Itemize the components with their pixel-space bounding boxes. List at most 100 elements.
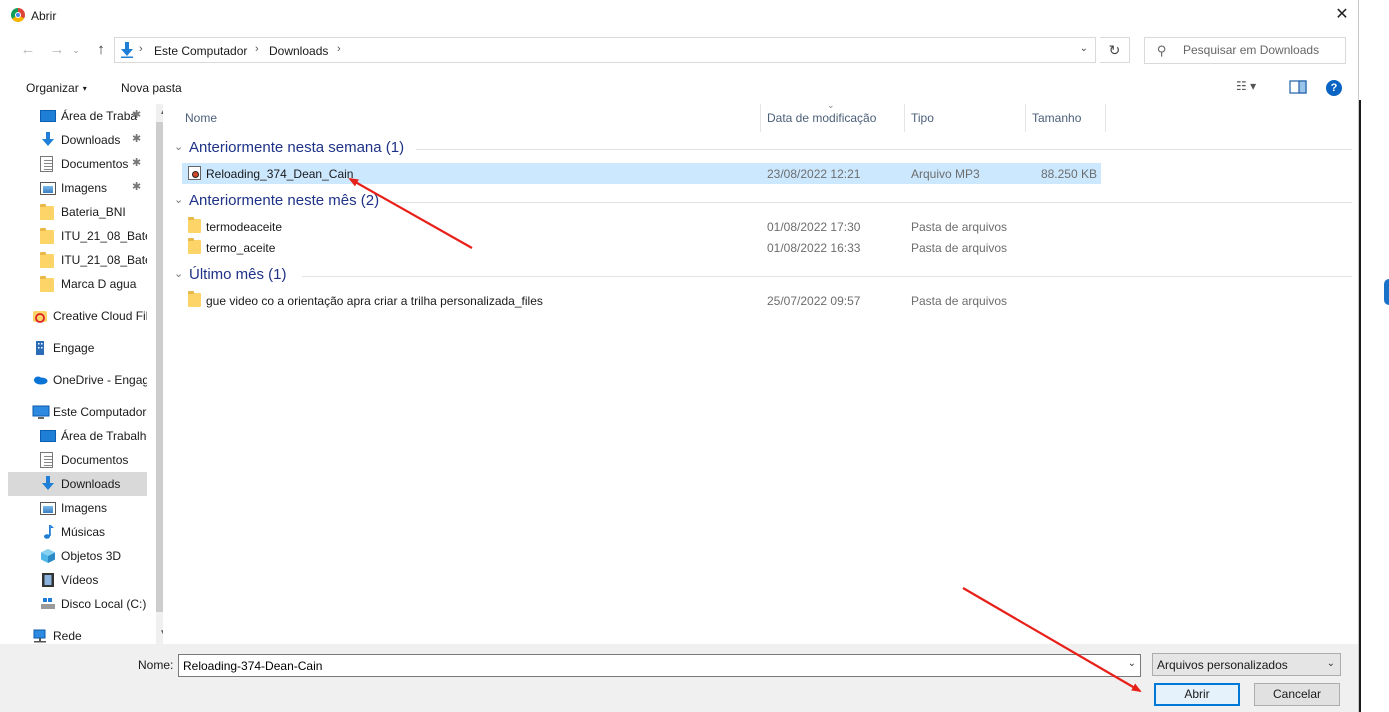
cube-icon	[40, 548, 56, 564]
breadcrumb-separator[interactable]: ›	[139, 43, 143, 55]
change-view-button[interactable]: ☷ ▾	[1236, 79, 1270, 97]
recent-locations-button[interactable]: ⌄	[70, 40, 82, 60]
sidebar-item[interactable]: Documentos ✱	[8, 152, 147, 176]
sidebar-item-label: Bateria_BNI	[61, 205, 126, 219]
pin-icon: ✱	[132, 109, 142, 121]
new-folder-button[interactable]: Nova pasta	[121, 81, 182, 95]
sidebar-item[interactable]: Área de Traba ✱	[8, 104, 147, 128]
scroll-down-icon[interactable]: ▼	[159, 628, 163, 639]
pin-icon: ✱	[132, 181, 142, 193]
file-date: 25/07/2022 09:57	[767, 294, 861, 308]
forward-button[interactable]: →	[47, 40, 67, 60]
breadcrumb-separator[interactable]: ›	[255, 43, 259, 55]
sidebar-item[interactable]: Vídeos	[8, 568, 147, 592]
file-row[interactable]: termo_aceite 01/08/2022 16:33 Pasta de arq…	[182, 237, 1101, 258]
sidebar-item[interactable]: Downloads	[8, 472, 147, 496]
sidebar-item[interactable]: ITU_21_08_Bateri	[8, 248, 147, 272]
sidebar-item-label: Imagens	[61, 501, 108, 515]
file-date: 01/08/2022 16:33	[767, 241, 861, 255]
sidebar-item[interactable]: Área de Trabalho	[8, 424, 147, 448]
file-name-input[interactable]	[183, 658, 1113, 673]
sidebar-item[interactable]: Marca D agua	[8, 272, 147, 296]
navigation-scrollbar[interactable]: ▲ ▼	[156, 104, 163, 644]
window-title: Abrir	[31, 9, 57, 23]
up-folder-button[interactable]: ↑	[91, 40, 111, 60]
sidebar-item[interactable]: Rede	[8, 624, 147, 644]
download-icon	[121, 42, 133, 58]
sidebar-item-label: Downloads	[61, 477, 121, 491]
file-name: gue video co a orientação apra criar a t…	[206, 294, 543, 308]
mp3-icon	[188, 166, 201, 180]
title-bar: Abrir ✕	[0, 0, 1358, 31]
file-type-select[interactable]: Arquivos personalizados ⌄	[1152, 653, 1341, 676]
pin-icon: ✱	[132, 133, 142, 145]
creative-cloud-icon	[32, 308, 48, 324]
breadcrumb-separator[interactable]: ›	[337, 43, 341, 55]
column-divider	[904, 104, 905, 132]
video-icon	[40, 572, 56, 588]
file-type: Pasta de arquivos	[911, 220, 1008, 234]
chevron-down-icon[interactable]: ⌄	[174, 193, 183, 206]
sidebar-item[interactable]: Creative Cloud Fil	[8, 304, 147, 328]
folder-icon	[40, 276, 54, 292]
search-box[interactable]: ⚲	[1144, 37, 1346, 64]
close-button[interactable]: ✕	[1330, 4, 1354, 26]
group-header[interactable]: ⌄ Último mês (1)	[172, 266, 1352, 286]
sidebar-item[interactable]: Objetos 3D	[8, 544, 147, 568]
group-header[interactable]: ⌄ Anteriormente nesta semana (1)	[172, 139, 1352, 159]
sidebar-item[interactable]: Engage	[8, 336, 147, 360]
address-history-dropdown-icon[interactable]: ⌄	[1080, 43, 1088, 54]
chevron-down-icon[interactable]: ⌄	[174, 140, 183, 153]
chrome-app-icon	[11, 8, 25, 22]
column-header-name[interactable]: Nome	[185, 111, 217, 125]
sidebar-item[interactable]: Disco Local (C:)	[8, 592, 147, 616]
scrollbar-thumb[interactable]	[156, 122, 163, 612]
column-header-size[interactable]: Tamanho	[1032, 111, 1081, 125]
sidebar-item[interactable]: Downloads ✱	[8, 128, 147, 152]
preview-pane-icon[interactable]	[1289, 79, 1307, 95]
breadcrumb-downloads[interactable]: Downloads	[269, 44, 328, 58]
search-input[interactable]	[1183, 39, 1341, 61]
sidebar-item[interactable]: Imagens ✱	[8, 176, 147, 200]
sidebar-item-label: ITU_21_08_Bateri	[61, 229, 147, 243]
sidebar-item[interactable]: Bateria_BNI	[8, 200, 147, 224]
sidebar-item[interactable]: Músicas	[8, 520, 147, 544]
command-toolbar: Organizar ▾ Nova pasta ☷ ▾ ?	[8, 72, 1358, 104]
column-header-date[interactable]: Data de modificação	[767, 111, 876, 125]
folder-icon	[188, 291, 201, 307]
sort-indicator-icon: ⌄	[827, 100, 835, 110]
group-header[interactable]: ⌄ Anteriormente neste mês (2)	[172, 192, 1352, 212]
address-bar[interactable]: › Este Computador › Downloads › ⌄	[114, 37, 1096, 63]
sidebar-item[interactable]: Documentos	[8, 448, 147, 472]
pictures-icon	[40, 182, 56, 195]
organize-button[interactable]: Organizar ▾	[26, 81, 87, 95]
breadcrumb-este-computador[interactable]: Este Computador	[154, 44, 247, 58]
sidebar-item[interactable]: ITU_21_08_Bateri	[8, 224, 147, 248]
document-icon	[40, 156, 53, 172]
file-type: Pasta de arquivos	[911, 241, 1008, 255]
file-type: Arquivo MP3	[911, 167, 980, 181]
back-button[interactable]: ←	[18, 40, 38, 60]
file-list: Nome ⌄ Data de modificação Tipo Tamanho …	[164, 100, 1358, 644]
file-row[interactable]: Reloading_374_Dean_Cain 23/08/2022 12:21 A…	[182, 163, 1101, 184]
sidebar-item-label: Vídeos	[61, 573, 99, 587]
chevron-down-icon[interactable]: ⌄	[174, 267, 183, 280]
refresh-button[interactable]: ↻	[1100, 37, 1130, 63]
sidebar-item-label: Músicas	[61, 525, 106, 539]
sidebar-item[interactable]: Este Computador	[8, 400, 147, 424]
sidebar-item-label: Área de Trabalho	[61, 429, 147, 443]
file-row[interactable]: termodeaceite 01/08/2022 17:30 Pasta de ar…	[182, 216, 1101, 237]
column-header-type[interactable]: Tipo	[911, 111, 934, 125]
sidebar-item[interactable]: Imagens	[8, 496, 147, 520]
cancel-button[interactable]: Cancelar	[1254, 683, 1340, 706]
open-button[interactable]: Abrir	[1154, 683, 1240, 706]
scroll-up-icon[interactable]: ▲	[159, 106, 163, 117]
chevron-down-icon[interactable]: ⌄	[1128, 658, 1136, 669]
sidebar-item[interactable]: OneDrive - Engag	[8, 368, 147, 392]
file-row[interactable]: gue video co a orientação apra criar a t…	[182, 290, 1101, 311]
building-icon	[32, 340, 48, 356]
help-button[interactable]: ?	[1326, 80, 1342, 96]
file-name-combobox[interactable]: ⌄	[178, 654, 1141, 677]
sidebar-item-label: OneDrive - Engag	[53, 373, 147, 387]
file-name: termo_aceite	[206, 241, 276, 255]
